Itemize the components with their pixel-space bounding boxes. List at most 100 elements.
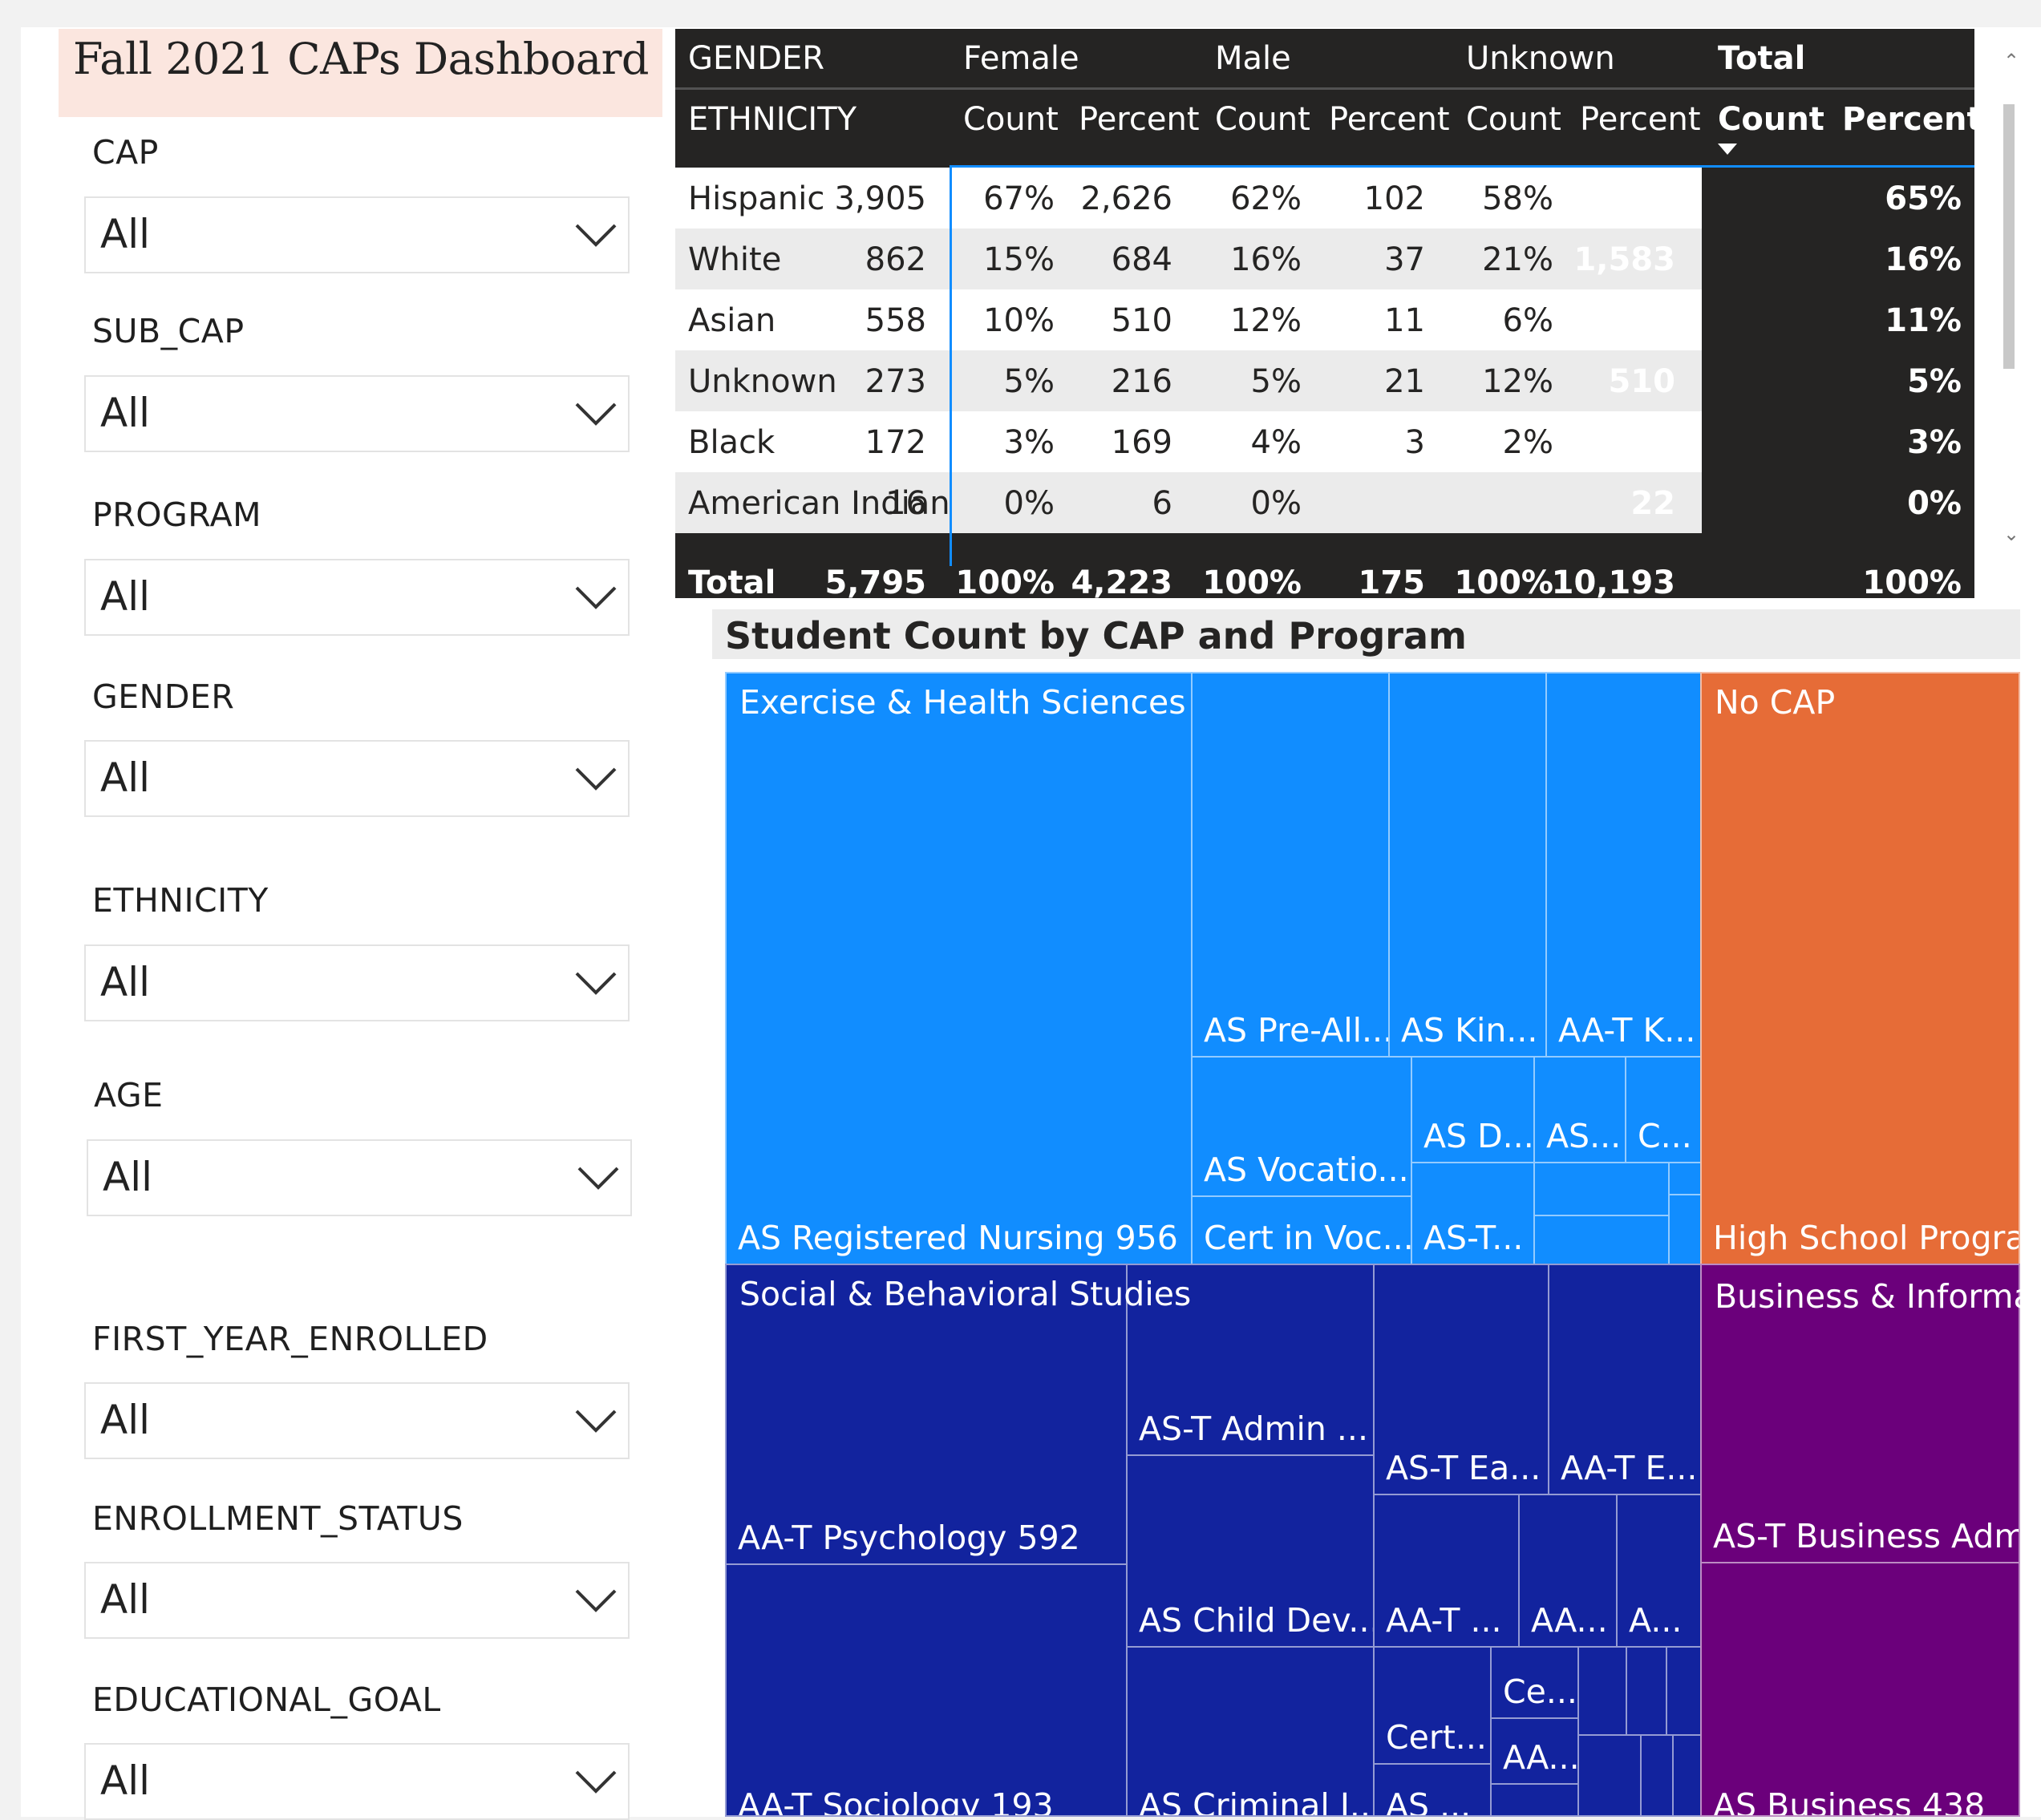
- scroll-down-icon[interactable]: ⌄: [2003, 523, 2019, 545]
- matrix-cell: 58%: [1482, 180, 1553, 217]
- treemap-tile[interactable]: AA...: [1518, 1494, 1618, 1648]
- matrix-col-male-percent[interactable]: Percent: [1329, 101, 1450, 138]
- treemap-tile[interactable]: [1672, 1734, 1702, 1817]
- treemap-tile[interactable]: Ce...: [1490, 1646, 1579, 1719]
- treemap-tile[interactable]: AS Criminal J...: [1126, 1646, 1375, 1817]
- treemap-tile[interactable]: Cert in Voc...: [1191, 1195, 1412, 1265]
- matrix-group-unknown[interactable]: Unknown: [1466, 40, 1615, 77]
- matrix-cell: 0%: [1003, 485, 1055, 522]
- matrix-cell: 5%: [1250, 363, 1302, 400]
- slicer-dropdown-program[interactable]: All: [84, 559, 630, 636]
- matrix-total-row: Total 5,795 100% 4,223 100% 175 100% 10,…: [675, 564, 1974, 598]
- treemap-tile[interactable]: AS Business 438: [1700, 1562, 2020, 1817]
- matrix-scrollbar[interactable]: ⌃ ⌄: [2000, 32, 2019, 561]
- treemap-tile-label: AS-T Ea...: [1386, 1449, 1541, 1487]
- sort-descending-icon: [1718, 144, 1737, 155]
- slicer-label-cap: CAP: [92, 133, 159, 172]
- treemap-tile[interactable]: AS Pre-All...: [1191, 672, 1390, 1058]
- matrix-row[interactable]: Asian 558 10% 510 12% 11 6% 1,079 11%: [675, 289, 1974, 350]
- treemap-tile-label: Cert in Voc...: [1204, 1219, 1412, 1257]
- treemap-tile[interactable]: AA...: [1490, 1717, 1579, 1785]
- treemap-tile[interactable]: AS-T...: [1411, 1162, 1535, 1265]
- slicer-dropdown-ethnicity[interactable]: All: [84, 944, 630, 1021]
- matrix-row[interactable]: White 862 15% 684 16% 37 21% 1,583 16%: [675, 229, 1974, 289]
- treemap-tile[interactable]: AA-T E...: [1548, 1264, 1702, 1495]
- matrix-row[interactable]: American Indian 16 0% 6 0% 22 0%: [675, 472, 1974, 533]
- matrix-group-total[interactable]: Total: [1718, 40, 1805, 77]
- treemap-tile-label: AS-T...: [1423, 1219, 1524, 1257]
- matrix-total-cell: 5,795: [824, 564, 926, 598]
- treemap-tile[interactable]: [1626, 1646, 1667, 1736]
- matrix-col-unknown-percent[interactable]: Percent: [1580, 101, 1701, 138]
- treemap-tile[interactable]: AS D...: [1411, 1056, 1535, 1163]
- matrix-col-female-percent[interactable]: Percent: [1079, 101, 1200, 138]
- matrix-col-female-count[interactable]: Count: [963, 101, 1059, 138]
- slicer-dropdown-sub-cap[interactable]: All: [84, 375, 630, 452]
- treemap-tile[interactable]: [1490, 1783, 1579, 1817]
- treemap-group-label-nocap: No CAP: [1715, 683, 1836, 722]
- slicer-dropdown-educational-goal[interactable]: All: [84, 1743, 630, 1820]
- treemap-tile-label: C...: [1638, 1117, 1692, 1155]
- treemap-tile[interactable]: AA-T Sociology 193: [725, 1563, 1128, 1817]
- treemap-tile[interactable]: AS...: [1533, 1056, 1626, 1163]
- matrix-cell: 273: [865, 363, 926, 400]
- treemap-tile[interactable]: [1577, 1646, 1627, 1736]
- matrix-row-label: Black: [688, 424, 775, 461]
- treemap-tile-label: AS Registered Nursing 956: [738, 1219, 1178, 1257]
- treemap-tile[interactable]: AS Registered Nursing 956: [725, 672, 1193, 1265]
- matrix-col-total-count[interactable]: Count: [1718, 101, 1824, 138]
- treemap-tile[interactable]: [1668, 1194, 1702, 1265]
- slicer-value: All: [100, 959, 150, 1005]
- treemap-tile[interactable]: [1640, 1734, 1674, 1817]
- matrix-col-male-count[interactable]: Count: [1215, 101, 1310, 138]
- treemap-tile[interactable]: A...: [1616, 1494, 1702, 1648]
- treemap-tile[interactable]: AA-T K...: [1545, 672, 1702, 1058]
- matrix-cell: 0%: [1250, 485, 1302, 522]
- matrix-cell: 2,626: [1080, 180, 1172, 217]
- treemap-tile[interactable]: [1577, 1734, 1642, 1817]
- treemap-tile[interactable]: [1668, 1162, 1702, 1195]
- treemap-tile[interactable]: Cert...: [1373, 1646, 1492, 1765]
- matrix-group-female[interactable]: Female: [963, 40, 1079, 77]
- chevron-down-icon: [575, 1409, 617, 1433]
- treemap-tile[interactable]: AS Kin...: [1388, 672, 1547, 1058]
- matrix-cell: 67%: [983, 180, 1055, 217]
- treemap-tile[interactable]: AS-T Ea...: [1373, 1264, 1549, 1495]
- chevron-down-icon: [575, 767, 617, 791]
- matrix-cell: 21: [1384, 363, 1425, 400]
- treemap-tile[interactable]: High School Program: [1700, 672, 2020, 1265]
- treemap-tile[interactable]: AS ...: [1373, 1763, 1492, 1817]
- matrix-cell: 62%: [1230, 180, 1302, 217]
- treemap-tile[interactable]: AS Vocatio...: [1191, 1056, 1412, 1197]
- treemap-tile-label: AS Criminal J...: [1139, 1786, 1375, 1817]
- matrix-total-cell: 100%: [1202, 564, 1302, 598]
- treemap-tile-label: Ce...: [1503, 1672, 1577, 1711]
- slicer-value: All: [100, 754, 150, 801]
- scroll-thumb[interactable]: [2003, 104, 2015, 369]
- matrix-cell: 5%: [1003, 363, 1055, 400]
- matrix-row[interactable]: Black 172 3% 169 4% 3 2% 344 3%: [675, 411, 1974, 472]
- matrix-col-total-percent[interactable]: Percent: [1842, 101, 1974, 138]
- treemap-tile[interactable]: [1533, 1215, 1670, 1265]
- treemap-tile[interactable]: [1533, 1162, 1670, 1216]
- treemap-tile-label: AS-T Business Admin: [1713, 1517, 2019, 1555]
- matrix-row-label: Hispanic: [688, 180, 825, 217]
- slicer-dropdown-enrollment-status[interactable]: All: [84, 1562, 630, 1639]
- matrix-cell: 6%: [1502, 302, 1553, 339]
- slicer-dropdown-gender[interactable]: All: [84, 740, 630, 817]
- matrix-row-label: White: [688, 241, 782, 278]
- treemap-tile[interactable]: C...: [1625, 1056, 1702, 1163]
- treemap-tile[interactable]: [1666, 1646, 1702, 1736]
- matrix-group-male[interactable]: Male: [1215, 40, 1291, 77]
- matrix-row[interactable]: Hispanic 3,905 67% 2,626 62% 102 58% 6,633 65%: [675, 168, 1974, 229]
- slicer-dropdown-first-year-enrolled[interactable]: All: [84, 1382, 630, 1459]
- scroll-up-icon[interactable]: ⌃: [2003, 50, 2019, 72]
- slicer-dropdown-cap[interactable]: All: [84, 196, 630, 273]
- matrix-col-unknown-count[interactable]: Count: [1466, 101, 1561, 138]
- slicer-dropdown-age[interactable]: All: [87, 1139, 632, 1216]
- matrix-row[interactable]: Unknown 273 5% 216 5% 21 12% 510 5%: [675, 350, 1974, 411]
- treemap-tile[interactable]: AS Child Dev...: [1126, 1454, 1375, 1648]
- treemap-tile[interactable]: AA-T ...: [1373, 1494, 1520, 1648]
- treemap-group-label-business: Business & Informati: [1715, 1277, 2020, 1316]
- matrix-cell: 684: [1111, 241, 1172, 278]
